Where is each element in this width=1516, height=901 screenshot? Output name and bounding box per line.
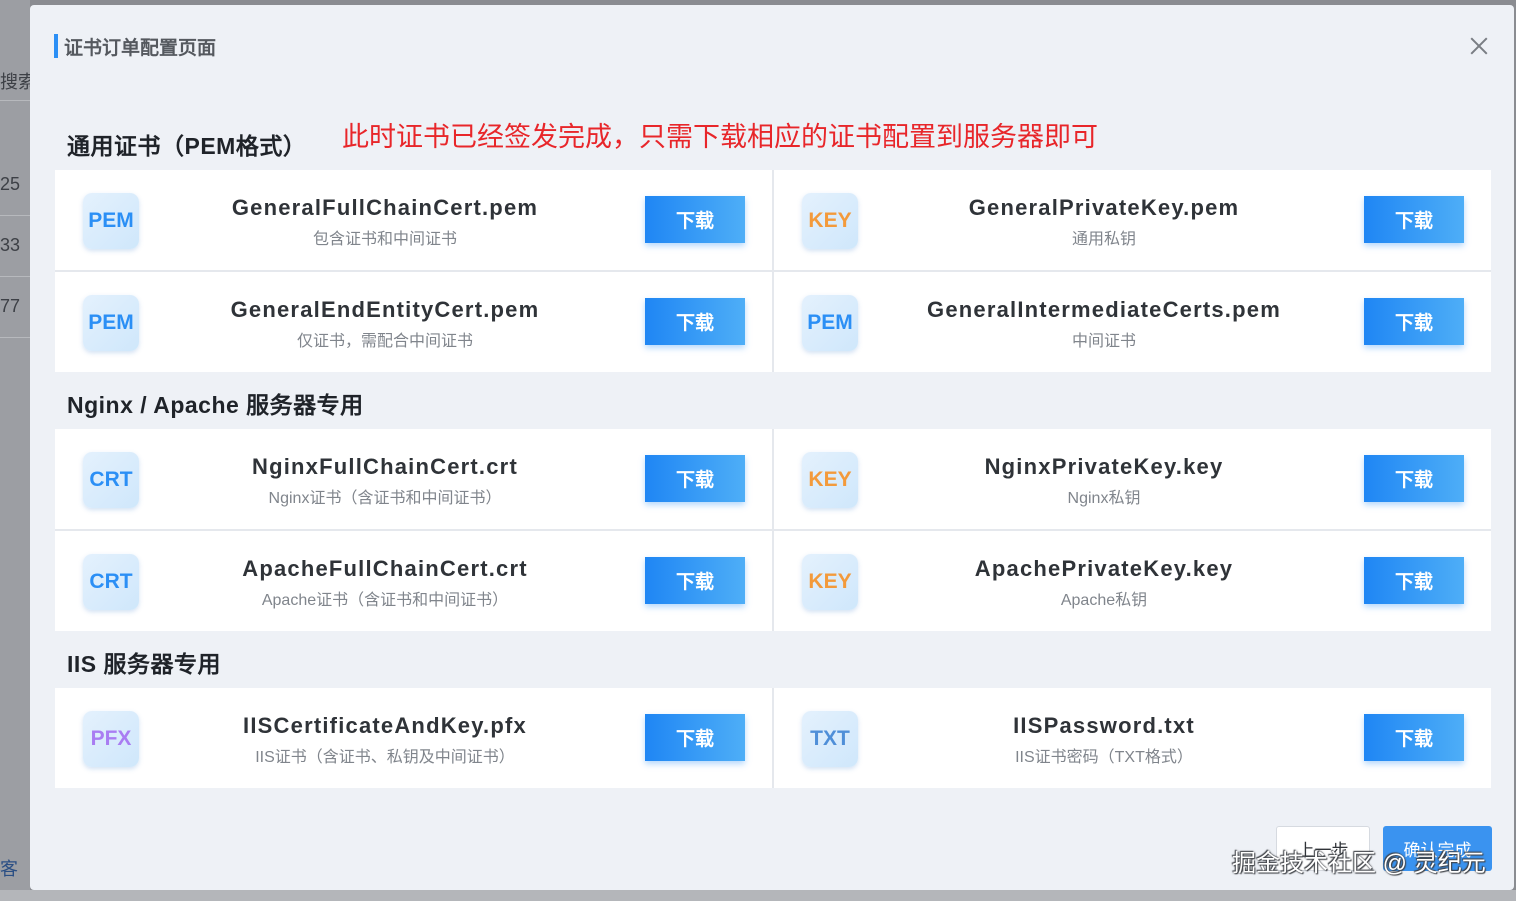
file-description: Apache证书（含证书和中间证书） [261,592,509,609]
file-description: IIS证书密码（TXT格式） [1015,749,1193,766]
file-card: KEY GeneralPrivateKey.pem 通用私钥 下载 [774,170,1491,270]
file-name: NginxPrivateKey.key [984,454,1224,479]
txt-file-icon: TXT [802,711,858,767]
file-card: PEM GeneralEndEntityCert.pem 仅证书，需配合中间证书… [55,272,772,372]
file-description: 仅证书，需配合中间证书 [296,333,473,350]
pem-file-icon: PEM [83,193,139,249]
file-name: IISPassword.txt [1013,713,1195,738]
background-page: 搜索... 25 33 77 客 [0,0,30,890]
title-accent-bar [54,34,58,58]
crt-file-icon: CRT [83,452,139,508]
pem-file-icon: PEM [802,295,858,351]
file-card: PFX IISCertificateAndKey.pfx IIS证书（含证书、私… [55,688,772,788]
pem-file-icon: PEM [83,295,139,351]
file-card: CRT NginxFullChainCert.crt Nginx证书（含证书和中… [55,429,772,529]
file-description: 包含证书和中间证书 [312,231,457,248]
file-card: TXT IISPassword.txt IIS证书密码（TXT格式） 下载 [774,688,1491,788]
background-divider [0,276,30,277]
section-title-iis: IIS 服务器专用 [67,651,222,677]
background-divider [0,337,30,338]
file-card: KEY ApachePrivateKey.key Apache私钥 下载 [774,531,1491,631]
file-grid-iis: PFX IISCertificateAndKey.pfx IIS证书（含证书、私… [55,688,1491,788]
background-row-value: 33 [0,235,21,255]
file-description: 中间证书 [1071,333,1136,350]
file-description: Nginx私钥 [1067,490,1141,507]
download-button[interactable]: 下载 [645,196,745,243]
file-name: ApachePrivateKey.key [974,556,1234,581]
key-file-icon: KEY [802,193,858,249]
download-button[interactable]: 下载 [645,298,745,345]
file-description: 通用私钥 [1071,231,1136,248]
section-title-general: 通用证书（PEM格式） [67,133,307,159]
key-file-icon: KEY [802,452,858,508]
dialog-header: 证书订单配置页面 [30,5,1514,85]
file-grid-nginx-apache: CRT NginxFullChainCert.crt Nginx证书（含证书和中… [55,429,1491,631]
download-button[interactable]: 下载 [645,714,745,761]
file-description: IIS证书（含证书、私钥及中间证书） [255,749,515,766]
section-title-nginx-apache: Nginx / Apache 服务器专用 [67,392,364,418]
crt-file-icon: CRT [83,554,139,610]
background-link: 客 [0,859,18,879]
background-search-text: 搜索... [0,72,30,92]
close-icon[interactable] [1468,35,1490,57]
download-button[interactable]: 下载 [645,455,745,502]
download-button[interactable]: 下载 [645,557,745,604]
file-grid-general: PEM GeneralFullChainCert.pem 包含证书和中间证书 下… [55,170,1491,372]
background-divider [0,215,30,216]
file-name: GeneralIntermediateCerts.pem [927,297,1281,322]
certificate-config-dialog: 证书订单配置页面 通用证书（PEM格式） 此时证书已经签发完成，只需下载相应的证… [30,5,1514,890]
file-name: GeneralEndEntityCert.pem [230,297,540,322]
download-button[interactable]: 下载 [1364,196,1464,243]
background-divider [0,100,30,101]
file-name: ApacheFullChainCert.crt [242,556,528,581]
download-button[interactable]: 下载 [1364,557,1464,604]
download-button[interactable]: 下载 [1364,298,1464,345]
file-card: KEY NginxPrivateKey.key Nginx私钥 下载 [774,429,1491,529]
annotation-note: 此时证书已经签发完成，只需下载相应的证书配置到服务器即可 [342,122,1098,152]
file-name: GeneralPrivateKey.pem [968,195,1240,220]
key-file-icon: KEY [802,554,858,610]
file-name: NginxFullChainCert.crt [252,454,518,479]
download-button[interactable]: 下载 [1364,455,1464,502]
file-card: CRT ApacheFullChainCert.crt Apache证书（含证书… [55,531,772,631]
download-button[interactable]: 下载 [1364,714,1464,761]
dialog-title: 证书订单配置页面 [64,38,217,59]
pfx-file-icon: PFX [83,711,139,767]
file-card: PEM GeneralIntermediateCerts.pem 中间证书 下载 [774,272,1491,372]
file-name: GeneralFullChainCert.pem [231,195,539,220]
file-description: Apache私钥 [1060,592,1148,609]
file-card: PEM GeneralFullChainCert.pem 包含证书和中间证书 下… [55,170,772,270]
background-row-value: 25 [0,174,21,194]
background-bottom [0,890,1516,901]
file-name: IISCertificateAndKey.pfx [243,713,527,738]
watermark: 掘金技术社区 @ 灵纪元 [1232,850,1486,877]
file-description: Nginx证书（含证书和中间证书） [268,490,502,507]
background-row-value: 77 [0,296,21,316]
